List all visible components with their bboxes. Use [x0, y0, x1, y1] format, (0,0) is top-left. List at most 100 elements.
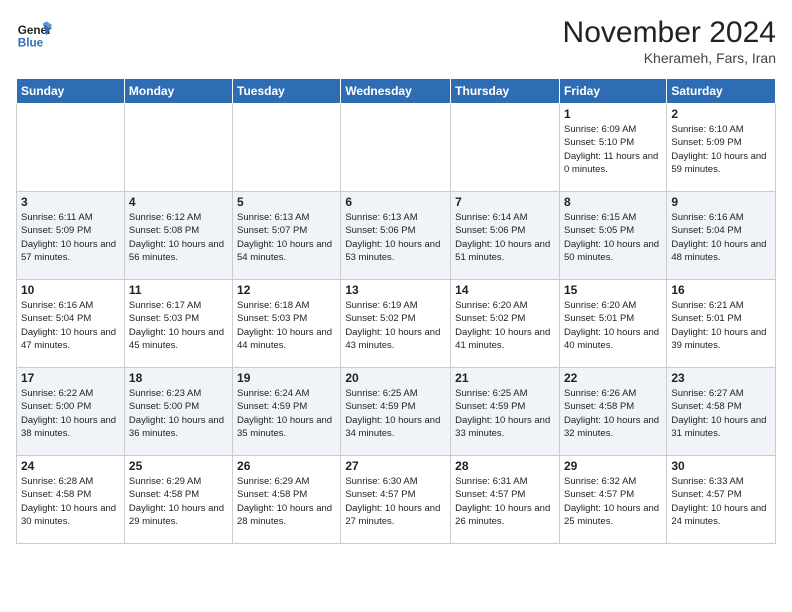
day-info: Sunrise: 6:17 AMSunset: 5:03 PMDaylight:…	[129, 299, 228, 352]
day-number: 22	[564, 371, 662, 385]
month-title: November 2024	[563, 16, 776, 50]
calendar-cell	[341, 104, 451, 192]
calendar-cell: 17 Sunrise: 6:22 AMSunset: 5:00 PMDayligh…	[17, 368, 125, 456]
calendar-cell: 9Sunrise: 6:16 AMSunset: 5:04 PMDaylight…	[667, 192, 776, 280]
day-number: 19	[237, 371, 336, 385]
calendar-cell: 13 Sunrise: 6:19 AMSunset: 5:02 PMDayligh…	[341, 280, 451, 368]
day-info: Sunrise: 6:28 AMSunset: 4:58 PMDaylight:…	[21, 475, 120, 528]
logo: General Blue	[16, 16, 52, 52]
day-info: Sunrise: 6:29 AMSunset: 4:58 PMDaylight:…	[129, 475, 228, 528]
calendar-cell: 2 Sunrise: 6:10 AMSunset: 5:09 PMDaylight…	[667, 104, 776, 192]
day-number: 11	[129, 283, 228, 297]
day-info: Sunrise: 6:16 AMSunset: 5:04 PMDaylight:…	[21, 299, 120, 352]
day-info: Sunrise: 6:12 AMSunset: 5:08 PMDaylight:…	[129, 211, 228, 264]
calendar-cell	[233, 104, 341, 192]
day-number: 4	[129, 195, 228, 209]
weekday-header: Saturday	[667, 79, 776, 104]
day-info: Sunrise: 6:21 AMSunset: 5:01 PMDaylight:…	[671, 299, 771, 352]
day-number: 13	[345, 283, 446, 297]
day-number: 3	[21, 195, 120, 209]
calendar-cell: 11 Sunrise: 6:17 AMSunset: 5:03 PMDayligh…	[124, 280, 232, 368]
calendar-cell: 23 Sunrise: 6:27 AMSunset: 4:58 PMDayligh…	[667, 368, 776, 456]
day-number: 26	[237, 459, 336, 473]
day-info: Sunrise: 6:23 AMSunset: 5:00 PMDaylight:…	[129, 387, 228, 440]
weekday-header: Monday	[124, 79, 232, 104]
day-number: 23	[671, 371, 771, 385]
calendar-cell: 19 Sunrise: 6:24 AMSunset: 4:59 PMDayligh…	[233, 368, 341, 456]
calendar-cell: 14Sunrise: 6:20 AMSunset: 5:02 PMDayligh…	[451, 280, 560, 368]
day-info: Sunrise: 6:24 AMSunset: 4:59 PMDaylight:…	[237, 387, 336, 440]
day-info: Sunrise: 6:10 AMSunset: 5:09 PMDaylight:…	[671, 123, 771, 176]
day-info: Sunrise: 6:19 AMSunset: 5:02 PMDaylight:…	[345, 299, 446, 352]
calendar-cell: 15 Sunrise: 6:20 AMSunset: 5:01 PMDayligh…	[559, 280, 666, 368]
day-info: Sunrise: 6:16 AMSunset: 5:04 PMDaylight:…	[671, 211, 771, 264]
calendar-cell: 6Sunrise: 6:13 AMSunset: 5:06 PMDaylight…	[341, 192, 451, 280]
day-number: 30	[671, 459, 771, 473]
day-info: Sunrise: 6:18 AMSunset: 5:03 PMDaylight:…	[237, 299, 336, 352]
weekday-header-row: SundayMondayTuesdayWednesdayThursdayFrid…	[17, 79, 776, 104]
day-number: 17	[21, 371, 120, 385]
calendar-cell	[124, 104, 232, 192]
calendar-table: SundayMondayTuesdayWednesdayThursdayFrid…	[16, 78, 776, 544]
calendar-cell: 26 Sunrise: 6:29 AMSunset: 4:58 PMDayligh…	[233, 456, 341, 544]
title-block: November 2024 Kherameh, Fars, Iran	[563, 16, 776, 66]
calendar-cell: 20 Sunrise: 6:25 AMSunset: 4:59 PMDayligh…	[341, 368, 451, 456]
calendar-cell: 10Sunrise: 6:16 AMSunset: 5:04 PMDayligh…	[17, 280, 125, 368]
day-info: Sunrise: 6:29 AMSunset: 4:58 PMDaylight:…	[237, 475, 336, 528]
day-number: 16	[671, 283, 771, 297]
calendar-body: 1 Sunrise: 6:09 AMSunset: 5:10 PMDaylight…	[17, 104, 776, 544]
weekday-header: Tuesday	[233, 79, 341, 104]
calendar-cell: 16 Sunrise: 6:21 AMSunset: 5:01 PMDayligh…	[667, 280, 776, 368]
calendar-cell: 3 Sunrise: 6:11 AMSunset: 5:09 PMDaylight…	[17, 192, 125, 280]
day-number: 1	[564, 107, 662, 121]
weekday-header: Thursday	[451, 79, 560, 104]
day-number: 15	[564, 283, 662, 297]
calendar-week-row: 10Sunrise: 6:16 AMSunset: 5:04 PMDayligh…	[17, 280, 776, 368]
day-info: Sunrise: 6:15 AMSunset: 5:05 PMDaylight:…	[564, 211, 662, 264]
calendar-cell: 27 Sunrise: 6:30 AMSunset: 4:57 PMDayligh…	[341, 456, 451, 544]
weekday-header: Friday	[559, 79, 666, 104]
calendar-cell: 21Sunrise: 6:25 AMSunset: 4:59 PMDayligh…	[451, 368, 560, 456]
day-info: Sunrise: 6:22 AMSunset: 5:00 PMDaylight:…	[21, 387, 120, 440]
day-info: Sunrise: 6:11 AMSunset: 5:09 PMDaylight:…	[21, 211, 120, 264]
calendar-cell: 4 Sunrise: 6:12 AMSunset: 5:08 PMDaylight…	[124, 192, 232, 280]
day-info: Sunrise: 6:33 AMSunset: 4:57 PMDaylight:…	[671, 475, 771, 528]
calendar-cell: 30 Sunrise: 6:33 AMSunset: 4:57 PMDayligh…	[667, 456, 776, 544]
calendar-cell	[17, 104, 125, 192]
weekday-header: Sunday	[17, 79, 125, 104]
day-number: 7	[455, 195, 555, 209]
day-number: 29	[564, 459, 662, 473]
calendar-week-row: 24Sunrise: 6:28 AMSunset: 4:58 PMDayligh…	[17, 456, 776, 544]
calendar-cell: 29Sunrise: 6:32 AMSunset: 4:57 PMDayligh…	[559, 456, 666, 544]
day-info: Sunrise: 6:13 AMSunset: 5:06 PMDaylight:…	[345, 211, 446, 264]
calendar-cell: 7Sunrise: 6:14 AMSunset: 5:06 PMDaylight…	[451, 192, 560, 280]
calendar-week-row: 3 Sunrise: 6:11 AMSunset: 5:09 PMDaylight…	[17, 192, 776, 280]
day-number: 20	[345, 371, 446, 385]
page-header: General Blue November 2024 Kherameh, Far…	[16, 16, 776, 66]
svg-text:Blue: Blue	[18, 37, 44, 50]
calendar-cell: 8 Sunrise: 6:15 AMSunset: 5:05 PMDaylight…	[559, 192, 666, 280]
calendar-cell	[451, 104, 560, 192]
day-info: Sunrise: 6:27 AMSunset: 4:58 PMDaylight:…	[671, 387, 771, 440]
calendar-cell: 28Sunrise: 6:31 AMSunset: 4:57 PMDayligh…	[451, 456, 560, 544]
day-number: 28	[455, 459, 555, 473]
calendar-cell: 25Sunrise: 6:29 AMSunset: 4:58 PMDayligh…	[124, 456, 232, 544]
day-info: Sunrise: 6:13 AMSunset: 5:07 PMDaylight:…	[237, 211, 336, 264]
day-info: Sunrise: 6:09 AMSunset: 5:10 PMDaylight:…	[564, 123, 662, 176]
day-number: 27	[345, 459, 446, 473]
calendar-cell: 24Sunrise: 6:28 AMSunset: 4:58 PMDayligh…	[17, 456, 125, 544]
location: Kherameh, Fars, Iran	[563, 50, 776, 66]
day-info: Sunrise: 6:25 AMSunset: 4:59 PMDaylight:…	[345, 387, 446, 440]
day-number: 21	[455, 371, 555, 385]
calendar-cell: 1 Sunrise: 6:09 AMSunset: 5:10 PMDaylight…	[559, 104, 666, 192]
calendar-cell: 18 Sunrise: 6:23 AMSunset: 5:00 PMDayligh…	[124, 368, 232, 456]
day-number: 2	[671, 107, 771, 121]
day-info: Sunrise: 6:20 AMSunset: 5:01 PMDaylight:…	[564, 299, 662, 352]
day-number: 5	[237, 195, 336, 209]
day-number: 18	[129, 371, 228, 385]
calendar-week-row: 1 Sunrise: 6:09 AMSunset: 5:10 PMDaylight…	[17, 104, 776, 192]
day-info: Sunrise: 6:30 AMSunset: 4:57 PMDaylight:…	[345, 475, 446, 528]
day-number: 8	[564, 195, 662, 209]
calendar-week-row: 17 Sunrise: 6:22 AMSunset: 5:00 PMDayligh…	[17, 368, 776, 456]
day-number: 14	[455, 283, 555, 297]
